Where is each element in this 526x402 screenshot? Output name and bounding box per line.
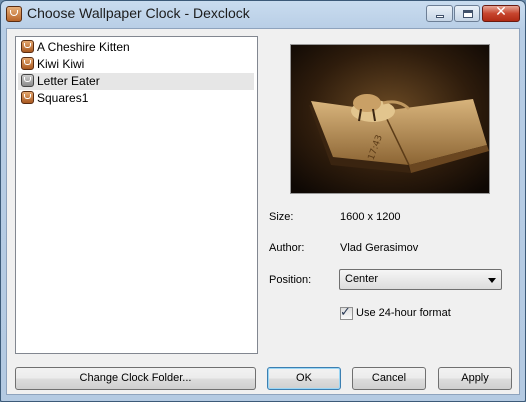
clock-item-icon [21,40,34,53]
window-title: Choose Wallpaper Clock - Dexclock [27,5,250,21]
clock-list[interactable]: A Cheshire Kitten Kiwi Kiwi Letter Eater… [15,36,258,354]
list-item-label: Kiwi Kiwi [37,57,85,71]
list-item-label: Squares1 [37,91,89,105]
preview-image: 17:43 [291,45,489,193]
size-label: Size: [269,211,294,223]
dialog-window: Choose Wallpaper Clock - Dexclock ✕ A Ch… [0,0,526,402]
position-label: Position: [269,274,312,286]
app-icon [6,6,22,22]
cancel-button[interactable]: Cancel [352,367,426,390]
list-item[interactable]: Kiwi Kiwi [18,56,254,73]
list-item-label: Letter Eater [37,74,100,88]
dialog-client-area: A Cheshire Kitten Kiwi Kiwi Letter Eater… [6,28,520,395]
position-dropdown[interactable]: Center [339,269,502,290]
author-label: Author: [269,242,305,254]
list-item[interactable]: Letter Eater [18,73,254,90]
ok-button[interactable]: OK [267,367,341,390]
dropdown-arrow-icon [488,278,496,283]
clock-item-icon [21,91,34,104]
close-icon: ✕ [495,4,507,20]
minimize-button[interactable] [426,5,453,22]
list-item[interactable]: A Cheshire Kitten [18,39,254,56]
wallpaper-preview: 17:43 [290,44,490,194]
title-bar[interactable]: Choose Wallpaper Clock - Dexclock ✕ [1,1,525,27]
clock-item-icon [21,57,34,70]
checkmark-icon: ✓ [340,305,351,320]
use-24-hour-checkbox[interactable]: ✓ [340,305,353,320]
author-value: Vlad Gerasimov [340,242,419,254]
use-24-hour-label[interactable]: Use 24-hour format [356,307,451,319]
change-clock-folder-button[interactable]: Change Clock Folder... [15,367,256,390]
minimize-icon [436,15,444,18]
apply-button[interactable]: Apply [438,367,512,390]
position-selected-value: Center [345,273,379,285]
close-button[interactable]: ✕ [482,4,520,22]
maximize-button[interactable] [454,5,480,22]
clock-item-icon [21,74,34,87]
list-item-label: A Cheshire Kitten [37,40,130,54]
maximize-icon [463,10,473,18]
list-item[interactable]: Squares1 [18,90,254,107]
size-value: 1600 x 1200 [340,211,401,223]
